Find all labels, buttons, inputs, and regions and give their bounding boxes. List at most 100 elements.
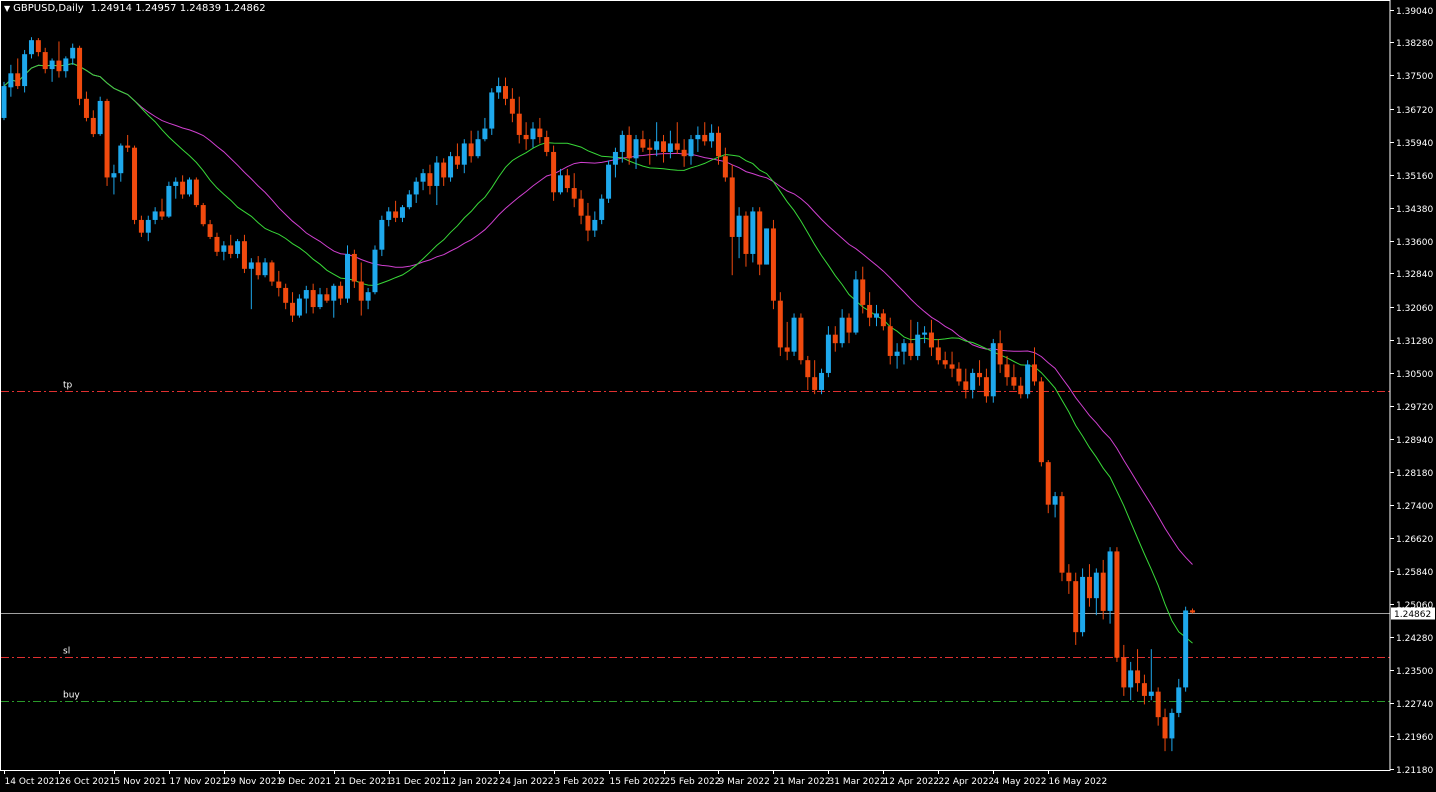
candle-body (262, 262, 268, 276)
candle-body (489, 92, 495, 129)
candle-body (90, 117, 96, 135)
candle-body (496, 86, 502, 93)
y-tick-label: 1.22740 (1396, 700, 1433, 710)
y-tick-label: 1.36720 (1396, 106, 1433, 116)
candle-body (77, 47, 83, 99)
candle-body (125, 145, 131, 148)
candle-body (1086, 576, 1092, 599)
candle-body (757, 211, 763, 265)
candle-body (1155, 691, 1161, 718)
x-tick-label: 15 Feb 2022 (610, 777, 666, 787)
candle-body (1025, 364, 1031, 395)
candle-body (997, 343, 1003, 365)
y-tick-label: 1.38280 (1396, 39, 1433, 49)
candle-body (461, 143, 467, 165)
x-tick-label: 16 May 2022 (1049, 777, 1108, 787)
candle-body (351, 253, 357, 282)
candle-body (310, 290, 316, 308)
candle-body (1148, 691, 1154, 696)
y-tick-label: 1.25840 (1396, 568, 1433, 578)
y-tick-label: 1.37500 (1396, 72, 1433, 82)
y-tick-label: 1.39040 (1396, 7, 1433, 17)
candle-body (145, 219, 151, 233)
candle-body (482, 128, 488, 140)
candle-body (393, 211, 399, 218)
candle-body (448, 156, 454, 178)
dropdown-triangle-icon[interactable]: ▼ (4, 4, 10, 13)
candle-body (283, 287, 289, 303)
candle-body (928, 332, 934, 348)
candles (1, 37, 1196, 752)
candle-body (915, 334, 921, 356)
y-tick-label: 1.29720 (1396, 403, 1433, 413)
candle-body (681, 149, 687, 157)
candle-body (709, 132, 715, 142)
candle-body (241, 241, 247, 269)
candle-body (180, 181, 186, 195)
candle-body (475, 139, 481, 157)
y-tick-label: 1.35940 (1396, 139, 1433, 149)
candle-body (15, 73, 21, 87)
candle-body (729, 177, 735, 237)
candle-body (578, 198, 584, 216)
candle-body (612, 151, 618, 165)
candle-body (908, 343, 914, 356)
candle-body (468, 143, 474, 157)
candle-body (805, 360, 811, 378)
candle-body (1011, 377, 1017, 386)
candle-body (173, 181, 179, 186)
candle-body (1004, 364, 1010, 378)
candle-body (413, 181, 419, 195)
x-tick-label: 4 May 2022 (994, 777, 1047, 787)
candle-body (338, 285, 344, 299)
candle-body (1038, 381, 1044, 463)
candle-body (63, 58, 69, 72)
candle-body (365, 292, 371, 301)
candle-body (1169, 712, 1175, 739)
candle-body (777, 300, 783, 348)
y-tick-label: 1.32840 (1396, 270, 1433, 280)
candle-body (894, 351, 900, 356)
x-tick-label: 31 Dec 2021 (390, 777, 448, 787)
candle-body (317, 294, 323, 308)
level-label-buy: buy (63, 691, 80, 701)
candle-body (228, 245, 234, 254)
y-tick-label: 1.34380 (1396, 205, 1433, 215)
level-label-sl: sl (63, 647, 70, 657)
x-tick-label: 31 Mar 2022 (829, 777, 886, 787)
y-tick-label: 1.21180 (1396, 766, 1433, 776)
candle-body (571, 188, 577, 199)
candle-body (207, 224, 213, 237)
candle-body (152, 211, 158, 220)
x-tick-label: 9 Mar 2022 (719, 777, 770, 787)
candle-body (345, 253, 350, 299)
y-tick-label: 1.35160 (1396, 172, 1433, 182)
candle-body (1045, 462, 1051, 505)
price-chart[interactable]: tp sl buy 1.39040 1.38280 1.37500 1.36720 1.35… (0, 0, 1436, 792)
candle-body (1, 86, 7, 118)
candle-body (977, 372, 983, 378)
candle-body (1162, 717, 1168, 739)
candle-body (963, 381, 969, 390)
candle-body (1032, 364, 1037, 382)
candle-body (269, 262, 275, 282)
candle-body (386, 211, 392, 220)
candle-body (22, 54, 28, 87)
candle-body (1114, 551, 1120, 658)
candle-body (255, 262, 261, 276)
ohlc-values: 1.24914 1.24957 1.24839 1.24862 (90, 3, 266, 14)
candle-body (530, 128, 536, 140)
x-tick-label: 29 Nov 2021 (225, 777, 283, 787)
candle-body (454, 156, 460, 165)
x-tick-label: 17 Nov 2021 (170, 777, 228, 787)
candle-body (887, 326, 893, 356)
candle-body (585, 215, 591, 231)
candle-body (661, 141, 667, 152)
candle-body (379, 219, 385, 250)
candle-body (358, 281, 364, 301)
candle-body (619, 134, 625, 152)
axes: 1.39040 1.38280 1.37500 1.36720 1.35940 1.351… (0, 0, 1435, 787)
candle-body (372, 249, 378, 293)
ma-slow-line (3, 62, 1193, 565)
candle-body (839, 317, 845, 344)
